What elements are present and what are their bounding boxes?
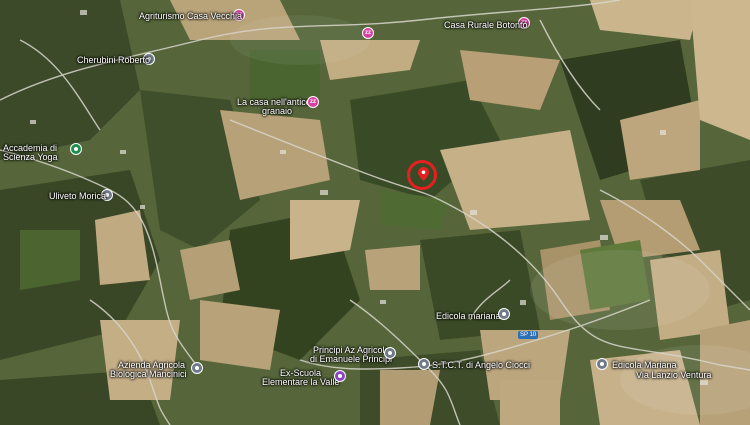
place-pin-icon[interactable]	[191, 362, 203, 374]
place-pin-icon[interactable]	[596, 358, 608, 370]
place-label-principi-line2[interactable]: di Emanuele Principi	[310, 354, 392, 364]
road-shield: SP 10	[518, 331, 539, 339]
place-label-accademia-line2[interactable]: Scienza Yoga	[3, 152, 58, 162]
lodging-pin-icon[interactable]: zz	[307, 96, 319, 108]
place-label-edicola-mariana-1[interactable]: Edicola mariana	[436, 311, 501, 321]
place-label-casa-antico-granaio-line2[interactable]: granaio	[262, 106, 292, 116]
place-label-ex-scuola-line2[interactable]: Elementare la Valle	[262, 377, 339, 387]
place-label-uliveto-morica[interactable]: Uliveto Morica	[49, 191, 106, 201]
school-pin-icon[interactable]	[70, 143, 82, 155]
place-label-edicola-mariana-2[interactable]: Edicola Mariana	[612, 360, 677, 370]
place-pin-icon[interactable]	[418, 358, 430, 370]
lodging-pin-icon[interactable]: zz	[362, 27, 374, 39]
place-label-casa-rurale-botonto[interactable]: Casa Rurale Botonto	[444, 20, 528, 30]
location-pin-icon	[418, 167, 429, 181]
road-label-via-lanzio-ventura: Via Lanzio Ventura	[636, 370, 712, 380]
place-pin-icon[interactable]	[384, 347, 396, 359]
place-label-cherubini-roberto[interactable]: Cherubini Roberto	[77, 55, 150, 65]
school-pin-icon[interactable]	[334, 370, 346, 382]
place-label-stct[interactable]: S.T.C.T. di Angelo Ciocci	[432, 360, 530, 370]
place-label-azienda-line2[interactable]: Biologica Mancinici	[110, 369, 187, 379]
place-pin-icon[interactable]	[498, 308, 510, 320]
selected-location-marker[interactable]	[407, 160, 437, 190]
place-label-casa-vecchia[interactable]: Agriturismo Casa Vecchia	[139, 11, 242, 21]
